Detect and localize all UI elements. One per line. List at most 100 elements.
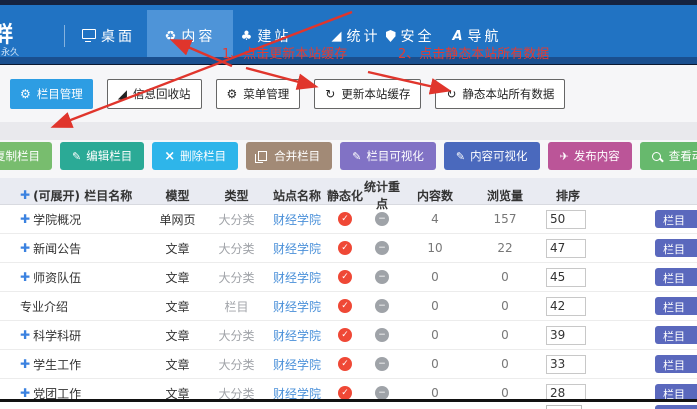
column-name: 专业介绍 xyxy=(20,298,68,315)
sort-input[interactable] xyxy=(546,355,586,374)
expand-icon[interactable]: ✚ xyxy=(20,241,30,255)
button-label: 静态本站所有数据 xyxy=(462,86,554,102)
column-visualize-button[interactable]: ✎ 栏目可视化 xyxy=(340,142,436,170)
button-label: 发布内容 xyxy=(574,148,620,164)
copy-column-button[interactable]: 复制栏目 xyxy=(0,142,52,170)
content-visualize-button[interactable]: ✎ 内容可视化 xyxy=(444,142,540,170)
header-type: 类型 xyxy=(205,187,268,204)
stat-disabled-icon[interactable]: − xyxy=(375,299,389,313)
stat-disabled-icon[interactable]: − xyxy=(375,357,389,371)
column-model: 文章 xyxy=(150,327,205,344)
column-action-button[interactable]: 栏目 xyxy=(655,268,697,286)
sort-input[interactable] xyxy=(546,297,586,316)
column-action-button[interactable]: 栏目 xyxy=(655,239,697,257)
button-label: 合并栏目 xyxy=(274,148,320,164)
site-link[interactable]: 财经学院 xyxy=(273,329,321,343)
view-count: 0 xyxy=(470,386,540,400)
site-link[interactable]: 财经学院 xyxy=(273,242,321,256)
site-link[interactable]: 财经学院 xyxy=(273,271,321,285)
info-recycle-bin-button[interactable]: ◢ 信息回收站 xyxy=(107,79,202,109)
site-link[interactable]: 财经学院 xyxy=(273,358,321,372)
gear-icon: ⚙ xyxy=(227,88,238,100)
x-icon: × xyxy=(164,150,175,163)
stat-disabled-icon[interactable]: − xyxy=(375,386,389,400)
content-count: 0 xyxy=(400,270,470,284)
header-model: 模型 xyxy=(150,187,205,204)
view-count: 0 xyxy=(470,328,540,342)
static-enabled-icon[interactable]: ✓ xyxy=(338,299,352,313)
chart-icon: ◢ xyxy=(332,30,342,43)
desktop-icon xyxy=(82,29,96,39)
sort-input[interactable] xyxy=(546,239,586,258)
expand-icon[interactable]: ✚ xyxy=(20,270,30,284)
publish-content-button[interactable]: ✈ 发布内容 xyxy=(548,142,632,170)
button-label: 栏目可视化 xyxy=(366,148,424,164)
button-label: 菜单管理 xyxy=(243,86,289,102)
table-row: ✚科学科研文章大分类财经学院✓−00栏目 xyxy=(0,321,697,350)
bottom-divider-line xyxy=(0,399,697,402)
expand-icon[interactable]: ✚ xyxy=(20,212,30,226)
content-count: 0 xyxy=(400,357,470,371)
header-stat: 统计重点 xyxy=(364,178,400,212)
column-name: 新闻公告 xyxy=(33,240,81,257)
column-action-button[interactable]: 栏目 xyxy=(655,210,697,228)
menu-manage-button[interactable]: ⚙ 菜单管理 xyxy=(216,79,301,109)
static-enabled-icon[interactable]: ✓ xyxy=(338,386,352,400)
sort-input[interactable] xyxy=(546,326,586,345)
stat-disabled-icon[interactable]: − xyxy=(375,328,389,342)
gear-icon: ⚙ xyxy=(20,88,31,100)
refresh-icon: ↻ xyxy=(325,88,335,100)
column-action-button[interactable]: 栏目 xyxy=(655,355,697,373)
sort-input[interactable] xyxy=(546,210,586,229)
view-count: 22 xyxy=(470,241,540,255)
stat-disabled-icon[interactable]: − xyxy=(375,241,389,255)
chart-icon: ◢ xyxy=(118,88,127,100)
static-enabled-icon[interactable]: ✓ xyxy=(338,328,352,342)
button-label: 删除栏目 xyxy=(180,148,226,164)
edit-column-button[interactable]: ✎ 编辑栏目 xyxy=(60,142,144,170)
button-label: 复制栏目 xyxy=(0,148,40,164)
send-icon: ✈ xyxy=(560,151,569,162)
view-count: 0 xyxy=(470,299,540,313)
static-enabled-icon[interactable]: ✓ xyxy=(338,212,352,226)
table-row: ✚学院概况单网页大分类财经学院✓−4157栏目 xyxy=(0,205,697,234)
column-manage-button[interactable]: ⚙ 栏目管理 xyxy=(10,79,93,109)
button-label: 信息回收站 xyxy=(133,86,191,102)
recycle-icon: ♻ xyxy=(165,30,177,43)
static-enabled-icon[interactable]: ✓ xyxy=(338,270,352,284)
content-count: 0 xyxy=(400,386,470,400)
expand-icon[interactable]: ✚ xyxy=(20,328,30,342)
sort-input[interactable] xyxy=(546,268,586,287)
edit-icon: ✎ xyxy=(352,151,361,162)
toolbar: ⚙ 栏目管理 ◢ 信息回收站 ⚙ 菜单管理 ↻ 更新本站缓存 ↻ 静态本站所有数… xyxy=(10,79,565,109)
static-enabled-icon[interactable]: ✓ xyxy=(338,241,352,255)
nav-item-content[interactable]: ♻ 内容 xyxy=(147,10,233,62)
site-link[interactable]: 财经学院 xyxy=(273,300,321,314)
view-activity-button[interactable]: 查看动态 xyxy=(640,142,697,170)
merge-column-button[interactable]: 合并栏目 xyxy=(246,142,332,170)
header-site: 站点名称 xyxy=(268,187,326,204)
stat-disabled-icon[interactable]: − xyxy=(375,212,389,226)
view-count: 0 xyxy=(470,357,540,371)
static-enabled-icon[interactable]: ✓ xyxy=(338,357,352,371)
delete-column-button[interactable]: × 删除栏目 xyxy=(152,142,238,170)
column-type: 栏目 xyxy=(205,298,268,315)
column-action-button[interactable]: 栏目 xyxy=(655,297,697,315)
site-link[interactable]: 财经学院 xyxy=(273,213,321,227)
nav-label: 桌面 xyxy=(101,26,135,46)
update-site-cache-button[interactable]: ↻ 更新本站缓存 xyxy=(314,79,421,109)
button-label: 栏目管理 xyxy=(37,86,83,102)
column-action-button[interactable]: 栏目 xyxy=(655,326,697,344)
content-count: 0 xyxy=(400,328,470,342)
stat-disabled-icon[interactable]: − xyxy=(375,270,389,284)
expand-icon[interactable]: ✚ xyxy=(20,357,30,371)
expand-all-icon[interactable]: ✚ xyxy=(20,188,30,202)
column-action-button[interactable] xyxy=(655,405,697,409)
view-count: 0 xyxy=(470,270,540,284)
nav-item-desktop[interactable]: 桌面 xyxy=(77,10,140,62)
static-all-data-button[interactable]: ↻ 静态本站所有数据 xyxy=(435,79,565,109)
expand-icon[interactable]: ✚ xyxy=(20,386,30,400)
sort-input[interactable] xyxy=(546,405,582,409)
navbar-bottom-strip xyxy=(0,57,697,65)
button-label: 编辑栏目 xyxy=(86,148,132,164)
